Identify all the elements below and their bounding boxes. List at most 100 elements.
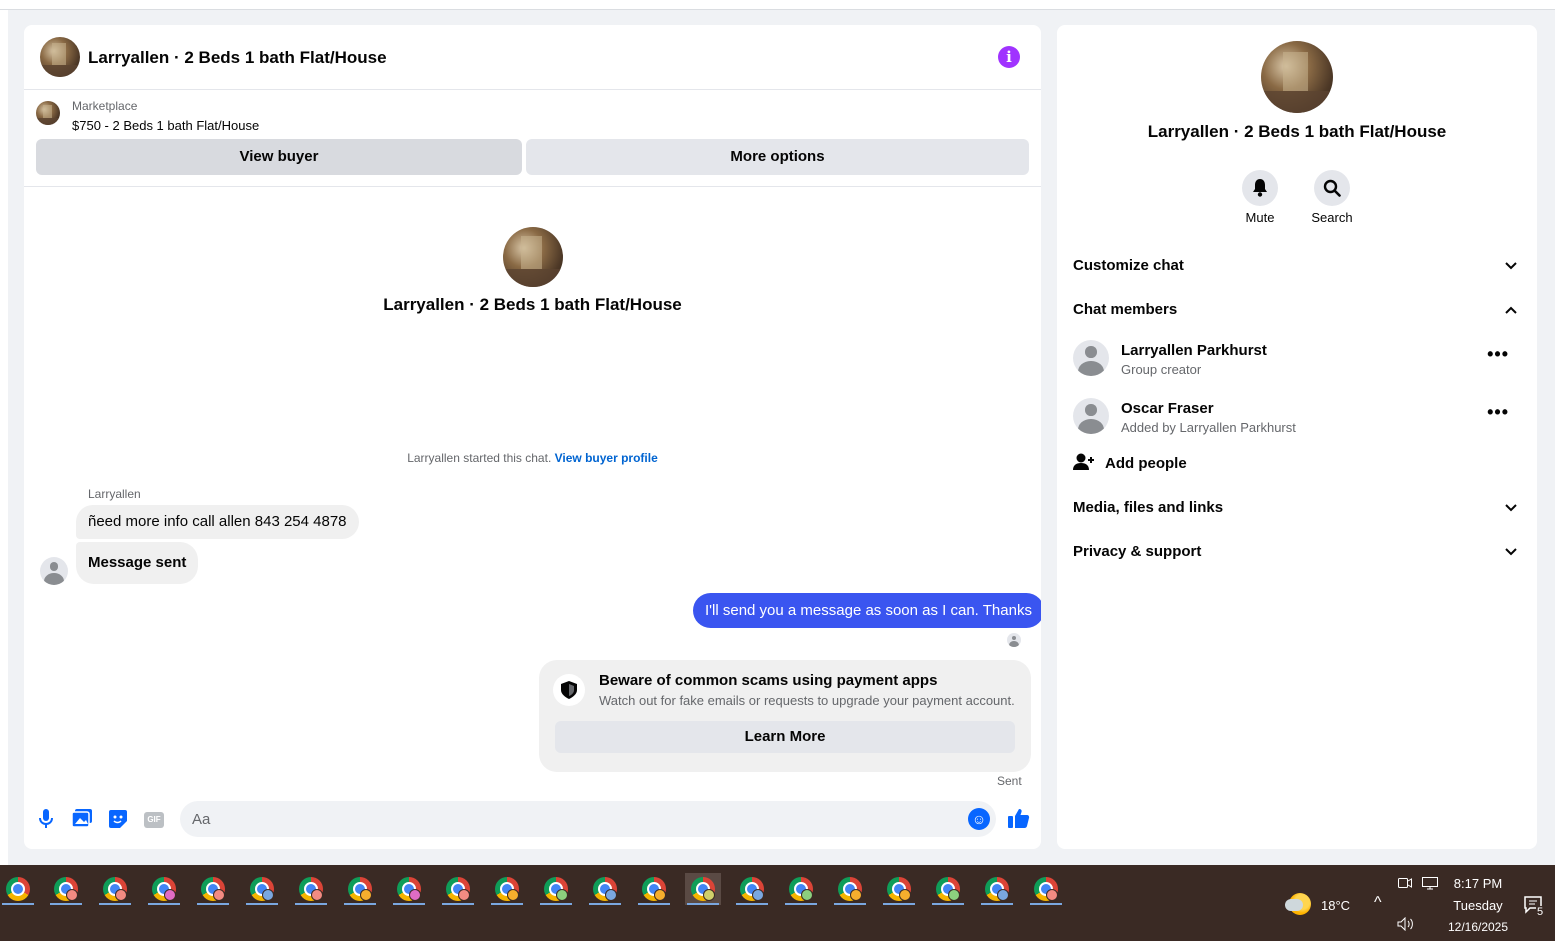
- chrome-window-icon[interactable]: [195, 873, 231, 905]
- details-avatar[interactable]: [1261, 41, 1333, 113]
- incoming-message[interactable]: ñeed more info call allen 843 254 4878: [76, 505, 359, 539]
- scam-warning-description: Watch out for fake emails or requests to…: [599, 693, 1015, 708]
- conversation-avatar: [503, 227, 563, 287]
- weather-icon[interactable]: [1285, 893, 1311, 915]
- privacy-support-label: Privacy & support: [1073, 543, 1202, 560]
- sent-status: Sent: [997, 774, 1022, 788]
- member-name[interactable]: Larryallen Parkhurst: [1121, 342, 1267, 359]
- notification-count: 5: [1536, 906, 1545, 918]
- chat-members-section[interactable]: Chat members: [1073, 290, 1521, 330]
- chrome-window-icon[interactable]: [391, 873, 427, 905]
- chevron-down-icon: [1501, 246, 1521, 286]
- chrome-window-icon[interactable]: [881, 873, 917, 905]
- chrome-window-icon[interactable]: [440, 873, 476, 905]
- add-people-label: Add people: [1105, 455, 1187, 472]
- chevron-up-icon: [1501, 290, 1521, 330]
- network-icon[interactable]: [1422, 877, 1438, 893]
- chat-details-panel: Larryallen · 2 Beds 1 bath Flat/House Mu…: [1057, 25, 1537, 849]
- chrome-window-icon[interactable]: [979, 873, 1015, 905]
- clock-date[interactable]: 12/16/2025: [1444, 920, 1512, 934]
- taskbar-app-icon[interactable]: [0, 873, 36, 905]
- customize-chat-section[interactable]: Customize chat: [1073, 246, 1521, 286]
- chat-title[interactable]: Larryallen · 2 Beds 1 bath Flat/House: [88, 48, 387, 68]
- chrome-window-icon[interactable]: [146, 873, 182, 905]
- member-role: Added by Larryallen Parkhurst: [1121, 420, 1296, 435]
- conversation-title: Larryallen · 2 Beds 1 bath Flat/House: [383, 295, 682, 314]
- member-role: Group creator: [1121, 362, 1202, 377]
- add-person-icon: [1073, 453, 1095, 475]
- bell-icon: [1253, 179, 1267, 197]
- mute-label: Mute: [1245, 210, 1275, 225]
- chrome-window-icon[interactable]: [832, 873, 868, 905]
- chrome-window-icon[interactable]: [244, 873, 280, 905]
- member-name[interactable]: Oscar Fraser: [1121, 400, 1214, 417]
- more-options-button[interactable]: More options: [526, 139, 1029, 175]
- member-avatar[interactable]: [1073, 340, 1109, 376]
- search-button[interactable]: [1314, 170, 1350, 206]
- chat-started-text: Larryallen started this chat.: [407, 451, 552, 465]
- message-input-box[interactable]: ☺: [180, 801, 996, 837]
- chrome-window-icon[interactable]: [48, 873, 84, 905]
- chat-header: Larryallen · 2 Beds 1 bath Flat/House i: [24, 25, 1041, 90]
- info-icon[interactable]: i: [998, 46, 1020, 68]
- chrome-window-icon[interactable]: [685, 873, 721, 905]
- chat-started-notice: Larryallen started this chat. View buyer…: [24, 451, 1041, 465]
- listing-thumbnail[interactable]: [36, 101, 60, 125]
- chrome-window-icon[interactable]: [489, 873, 525, 905]
- search-label: Search: [1311, 210, 1353, 225]
- marketplace-listing-bar: Marketplace $750 - 2 Beds 1 bath Flat/Ho…: [24, 91, 1041, 187]
- shield-icon: [553, 674, 585, 706]
- outgoing-message[interactable]: I'll send you a message as soon as I can…: [693, 593, 1041, 628]
- chat-panel: Larryallen · 2 Beds 1 bath Flat/House i …: [24, 25, 1041, 849]
- more-options-icon[interactable]: •••: [1487, 344, 1509, 365]
- sender-avatar[interactable]: [40, 557, 68, 585]
- chrome-window-icon[interactable]: [930, 873, 966, 905]
- view-buyer-button[interactable]: View buyer: [36, 139, 522, 175]
- listing-title[interactable]: $750 - 2 Beds 1 bath Flat/House: [72, 118, 259, 133]
- chrome-window-icon[interactable]: [734, 873, 770, 905]
- chrome-window-icon[interactable]: [636, 873, 672, 905]
- chrome-window-icon[interactable]: [342, 873, 378, 905]
- message-input[interactable]: [192, 801, 952, 837]
- chrome-window-icon[interactable]: [1028, 873, 1064, 905]
- chat-avatar[interactable]: [40, 37, 80, 77]
- incoming-message[interactable]: Message sent: [76, 542, 199, 584]
- message-composer: GIF ☺: [24, 795, 1041, 849]
- chrome-window-icon[interactable]: [293, 873, 329, 905]
- microphone-icon[interactable]: [35, 809, 57, 831]
- member-row[interactable]: Oscar Fraser Added by Larryallen Parkhur…: [1073, 396, 1521, 452]
- clock-day[interactable]: Tuesday: [1447, 898, 1509, 913]
- scam-warning-card: Beware of common scams using payment app…: [539, 660, 1031, 772]
- emoji-icon[interactable]: ☺: [968, 808, 990, 830]
- photo-icon[interactable]: [71, 809, 93, 831]
- chevron-down-icon: [1501, 532, 1521, 572]
- chevron-up-icon[interactable]: ^: [1374, 894, 1382, 912]
- sticker-icon[interactable]: [107, 809, 129, 831]
- browser-top-bar: [0, 0, 1555, 10]
- temperature[interactable]: 18°C: [1321, 898, 1350, 913]
- search-icon: [1323, 179, 1341, 197]
- meet-icon[interactable]: [1398, 877, 1412, 892]
- learn-more-button[interactable]: Learn More: [555, 721, 1015, 753]
- more-options-icon[interactable]: •••: [1487, 402, 1509, 423]
- member-avatar[interactable]: [1073, 398, 1109, 434]
- like-icon[interactable]: [1007, 808, 1031, 832]
- media-files-links-label: Media, files and links: [1073, 499, 1224, 516]
- chevron-down-icon: [1501, 488, 1521, 528]
- gif-label: GIF: [144, 812, 164, 828]
- view-buyer-profile-link[interactable]: View buyer profile: [555, 451, 658, 465]
- chrome-window-icon[interactable]: [97, 873, 133, 905]
- privacy-support-section[interactable]: Privacy & support: [1073, 532, 1521, 572]
- clock-time[interactable]: 8:17 PM: [1447, 876, 1509, 891]
- sender-name: Larryallen: [88, 487, 141, 501]
- chrome-window-icon[interactable]: [538, 873, 574, 905]
- scam-warning-title: Beware of common scams using payment app…: [599, 672, 938, 689]
- mute-button[interactable]: [1242, 170, 1278, 206]
- chrome-window-icon[interactable]: [783, 873, 819, 905]
- gif-icon[interactable]: GIF: [143, 809, 165, 831]
- volume-icon[interactable]: [1397, 916, 1415, 934]
- chrome-window-icon[interactable]: [587, 873, 623, 905]
- marketplace-label: Marketplace: [72, 99, 138, 113]
- media-files-links-section[interactable]: Media, files and links: [1073, 488, 1521, 528]
- member-row[interactable]: Larryallen Parkhurst Group creator •••: [1073, 338, 1521, 394]
